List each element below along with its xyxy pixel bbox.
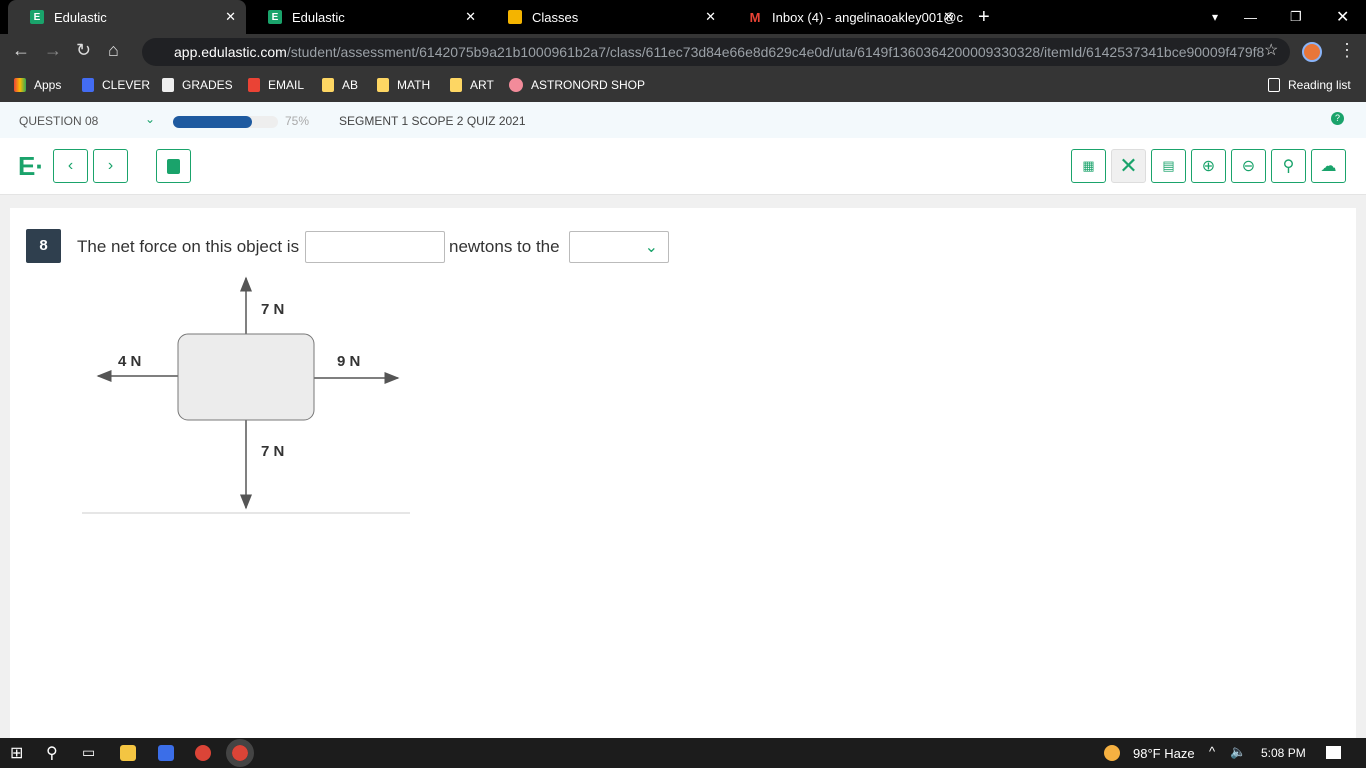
bookmark-clever[interactable]: CLEVER	[82, 78, 150, 92]
search-icon[interactable]: ⚲	[46, 743, 58, 763]
bookmark-ab[interactable]: AB	[322, 78, 358, 92]
submit-button[interactable]: ☁	[1311, 149, 1346, 183]
left-force-label: 4 N	[118, 353, 141, 370]
progress-text: 75%	[285, 114, 310, 128]
clever-icon	[82, 78, 94, 92]
restore-button[interactable]: ❐	[1268, 0, 1302, 34]
menu-icon[interactable]: ⋮	[1338, 40, 1356, 61]
clock[interactable]: 5:08 PM	[1261, 746, 1306, 760]
edulastic-icon: E	[30, 10, 44, 24]
url-input[interactable]: app.edulastic.com/student/assessment/614…	[142, 38, 1290, 66]
back-icon[interactable]: ←	[12, 40, 30, 61]
gmail-icon	[248, 78, 260, 92]
volume-icon[interactable]: 🔈	[1230, 744, 1246, 760]
classroom-icon	[508, 10, 522, 24]
folder-icon	[322, 78, 334, 92]
magnifier-button[interactable]: ⚲	[1271, 149, 1306, 183]
gmail-icon: M	[749, 9, 761, 25]
edulastic-logo: E·	[18, 151, 44, 181]
reading-list-icon	[1268, 78, 1280, 92]
cloud-upload-icon: ☁	[1320, 158, 1337, 175]
task-view-icon[interactable]: ▭	[82, 744, 95, 761]
tab-classes[interactable]: Classes ✕	[486, 0, 726, 34]
close-tab-icon[interactable]: ✕	[225, 9, 236, 25]
notepad-icon: ▤	[1162, 158, 1175, 173]
bookmark-art[interactable]: ART	[450, 78, 494, 92]
object-box	[177, 333, 315, 421]
chrome-icon[interactable]	[195, 745, 211, 761]
reading-list[interactable]: Reading list	[1268, 78, 1351, 92]
astronord-icon	[509, 78, 523, 92]
bookmark-star-icon[interactable]: ☆	[1264, 40, 1278, 60]
zoom-out-icon: ⊖	[1241, 158, 1256, 175]
help-icon[interactable]: ?	[1331, 112, 1344, 125]
folder-icon	[450, 78, 462, 92]
close-tab-icon[interactable]: ✕	[705, 9, 716, 25]
taskbar: ⊞ ⚲ ▭ 98°F Haze ^ 🔈 5:08 PM	[0, 738, 1366, 768]
bookmark-math[interactable]: MATH	[377, 78, 430, 92]
tab-search-icon[interactable]: ▾	[1190, 0, 1218, 34]
quiz-title: SEGMENT 1 SCOPE 2 QUIZ 2021	[339, 114, 526, 128]
right-force-label: 9 N	[337, 353, 360, 370]
tab-edulastic-2[interactable]: E Edulastic ✕	[246, 0, 486, 34]
file-explorer-icon[interactable]	[120, 745, 136, 761]
close-icon: ✕	[1119, 153, 1138, 178]
edulastic-icon: E	[268, 10, 282, 24]
home-icon[interactable]: ⌂	[108, 40, 119, 61]
weather-icon	[1104, 745, 1120, 761]
bookmark-grades[interactable]: GRADES	[162, 78, 233, 92]
progress-fill	[173, 116, 252, 128]
down-force-label: 7 N	[261, 443, 284, 460]
next-button[interactable]: ›	[93, 149, 128, 183]
folder-icon	[377, 78, 389, 92]
chevron-down-icon[interactable]: ⌄	[145, 112, 155, 126]
previous-button[interactable]: ‹	[53, 149, 88, 183]
close-tab-icon[interactable]: ✕	[465, 9, 476, 25]
tab-inbox[interactable]: M Inbox (4) - angelinaoakley001@c ✕	[726, 0, 964, 34]
chevron-up-icon[interactable]: ^	[1209, 744, 1215, 759]
scratchpad-button[interactable]: ▤	[1151, 149, 1186, 183]
bookmarks-bar: Apps CLEVER GRADES EMAIL AB MATH ART AST…	[0, 70, 1366, 102]
save-icon	[167, 158, 180, 174]
calculator-icon: ▦	[1082, 158, 1095, 173]
progress-bar	[173, 116, 278, 128]
calculator-button[interactable]: ▦	[1071, 149, 1106, 183]
reload-icon[interactable]: ↻	[76, 40, 91, 61]
question-text-after: newtons to the	[449, 237, 560, 256]
forward-icon[interactable]: →	[44, 40, 62, 61]
bookmark-astronord[interactable]: ASTRONORD SHOP	[509, 78, 645, 92]
tab-edulastic-1[interactable]: E Edulastic ✕	[8, 0, 246, 34]
question-selector[interactable]: QUESTION 08	[19, 114, 98, 128]
bookmark-email[interactable]: EMAIL	[248, 78, 304, 92]
notification-icon[interactable]	[1326, 746, 1341, 759]
question-panel: 8 The net force on this object is newton…	[10, 208, 1356, 738]
browser-tab-strip: E Edulastic ✕ E Edulastic ✕ Classes ✕ M Inbox …	[0, 0, 1366, 34]
toolbar: E· ‹ › ▦ ✕ ▤ ⊕ ⊖ ⚲ ☁	[0, 138, 1366, 195]
bookmark-apps[interactable]: Apps	[14, 78, 61, 92]
zoom-in-icon: ⊕	[1201, 158, 1216, 175]
close-window-button[interactable]: ✕	[1314, 0, 1349, 34]
weather-text[interactable]: 98°F Haze	[1133, 746, 1195, 761]
windows-start-icon[interactable]: ⊞	[10, 743, 23, 763]
close-tab-icon[interactable]: ✕	[943, 9, 954, 25]
apps-icon	[14, 78, 26, 92]
up-force-label: 7 N	[261, 301, 284, 318]
grades-icon	[162, 78, 174, 92]
profile-avatar[interactable]	[1302, 42, 1322, 62]
save-button[interactable]	[156, 149, 191, 183]
zoom-app-icon[interactable]	[158, 745, 174, 761]
minimize-button[interactable]: —	[1222, 0, 1257, 34]
zoom-out-button[interactable]: ⊖	[1231, 149, 1266, 183]
magnifier-icon: ⚲	[1282, 158, 1295, 175]
new-tab-button[interactable]: +	[968, 0, 990, 34]
eliminate-answer-button[interactable]: ✕	[1111, 149, 1146, 183]
force-diagram: 7 N 7 N 4 N 9 N	[82, 276, 410, 514]
zoom-in-button[interactable]: ⊕	[1191, 149, 1226, 183]
question-bar: QUESTION 08 ⌄ 75% SEGMENT 1 SCOPE 2 QUIZ…	[0, 102, 1366, 138]
direction-dropdown[interactable]: ⌄	[569, 231, 669, 263]
chrome-active-icon[interactable]	[226, 739, 254, 767]
address-bar-area: ← → ↻ ⌂ app.edulastic.com/student/assess…	[0, 34, 1366, 70]
chevron-down-icon: ⌄	[644, 239, 658, 256]
